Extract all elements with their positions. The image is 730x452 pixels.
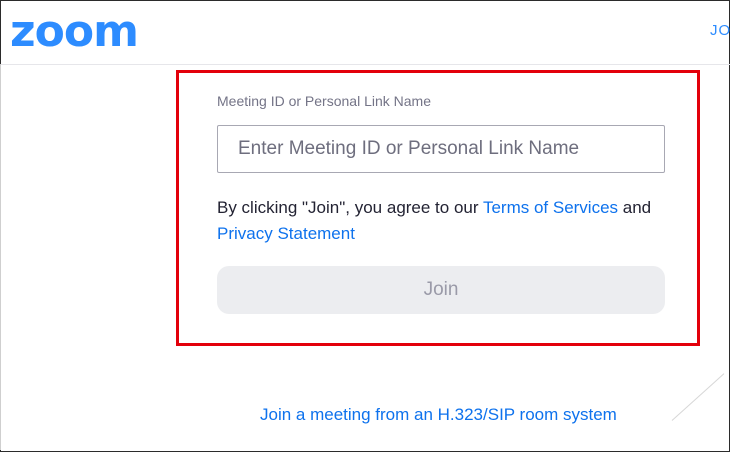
privacy-statement-link[interactable]: Privacy Statement <box>217 224 355 243</box>
zoom-logo[interactable]: zoom <box>10 6 139 58</box>
sip-room-system-link[interactable]: Join a meeting from an H.323/SIP room sy… <box>260 405 617 425</box>
terms-agreement-text: By clicking "Join", you agree to our Ter… <box>217 195 677 247</box>
agree-prefix: By clicking "Join", you agree to our <box>217 198 483 217</box>
join-button[interactable]: Join <box>217 266 665 314</box>
meeting-id-label: Meeting ID or Personal Link Name <box>217 93 431 109</box>
terms-of-services-link[interactable]: Terms of Services <box>483 198 618 217</box>
top-header: zoom JO <box>0 0 730 65</box>
header-join-link[interactable]: JO <box>710 22 730 39</box>
left-divider <box>0 64 1 450</box>
meeting-id-input[interactable] <box>217 125 665 173</box>
agree-middle: and <box>618 198 652 217</box>
